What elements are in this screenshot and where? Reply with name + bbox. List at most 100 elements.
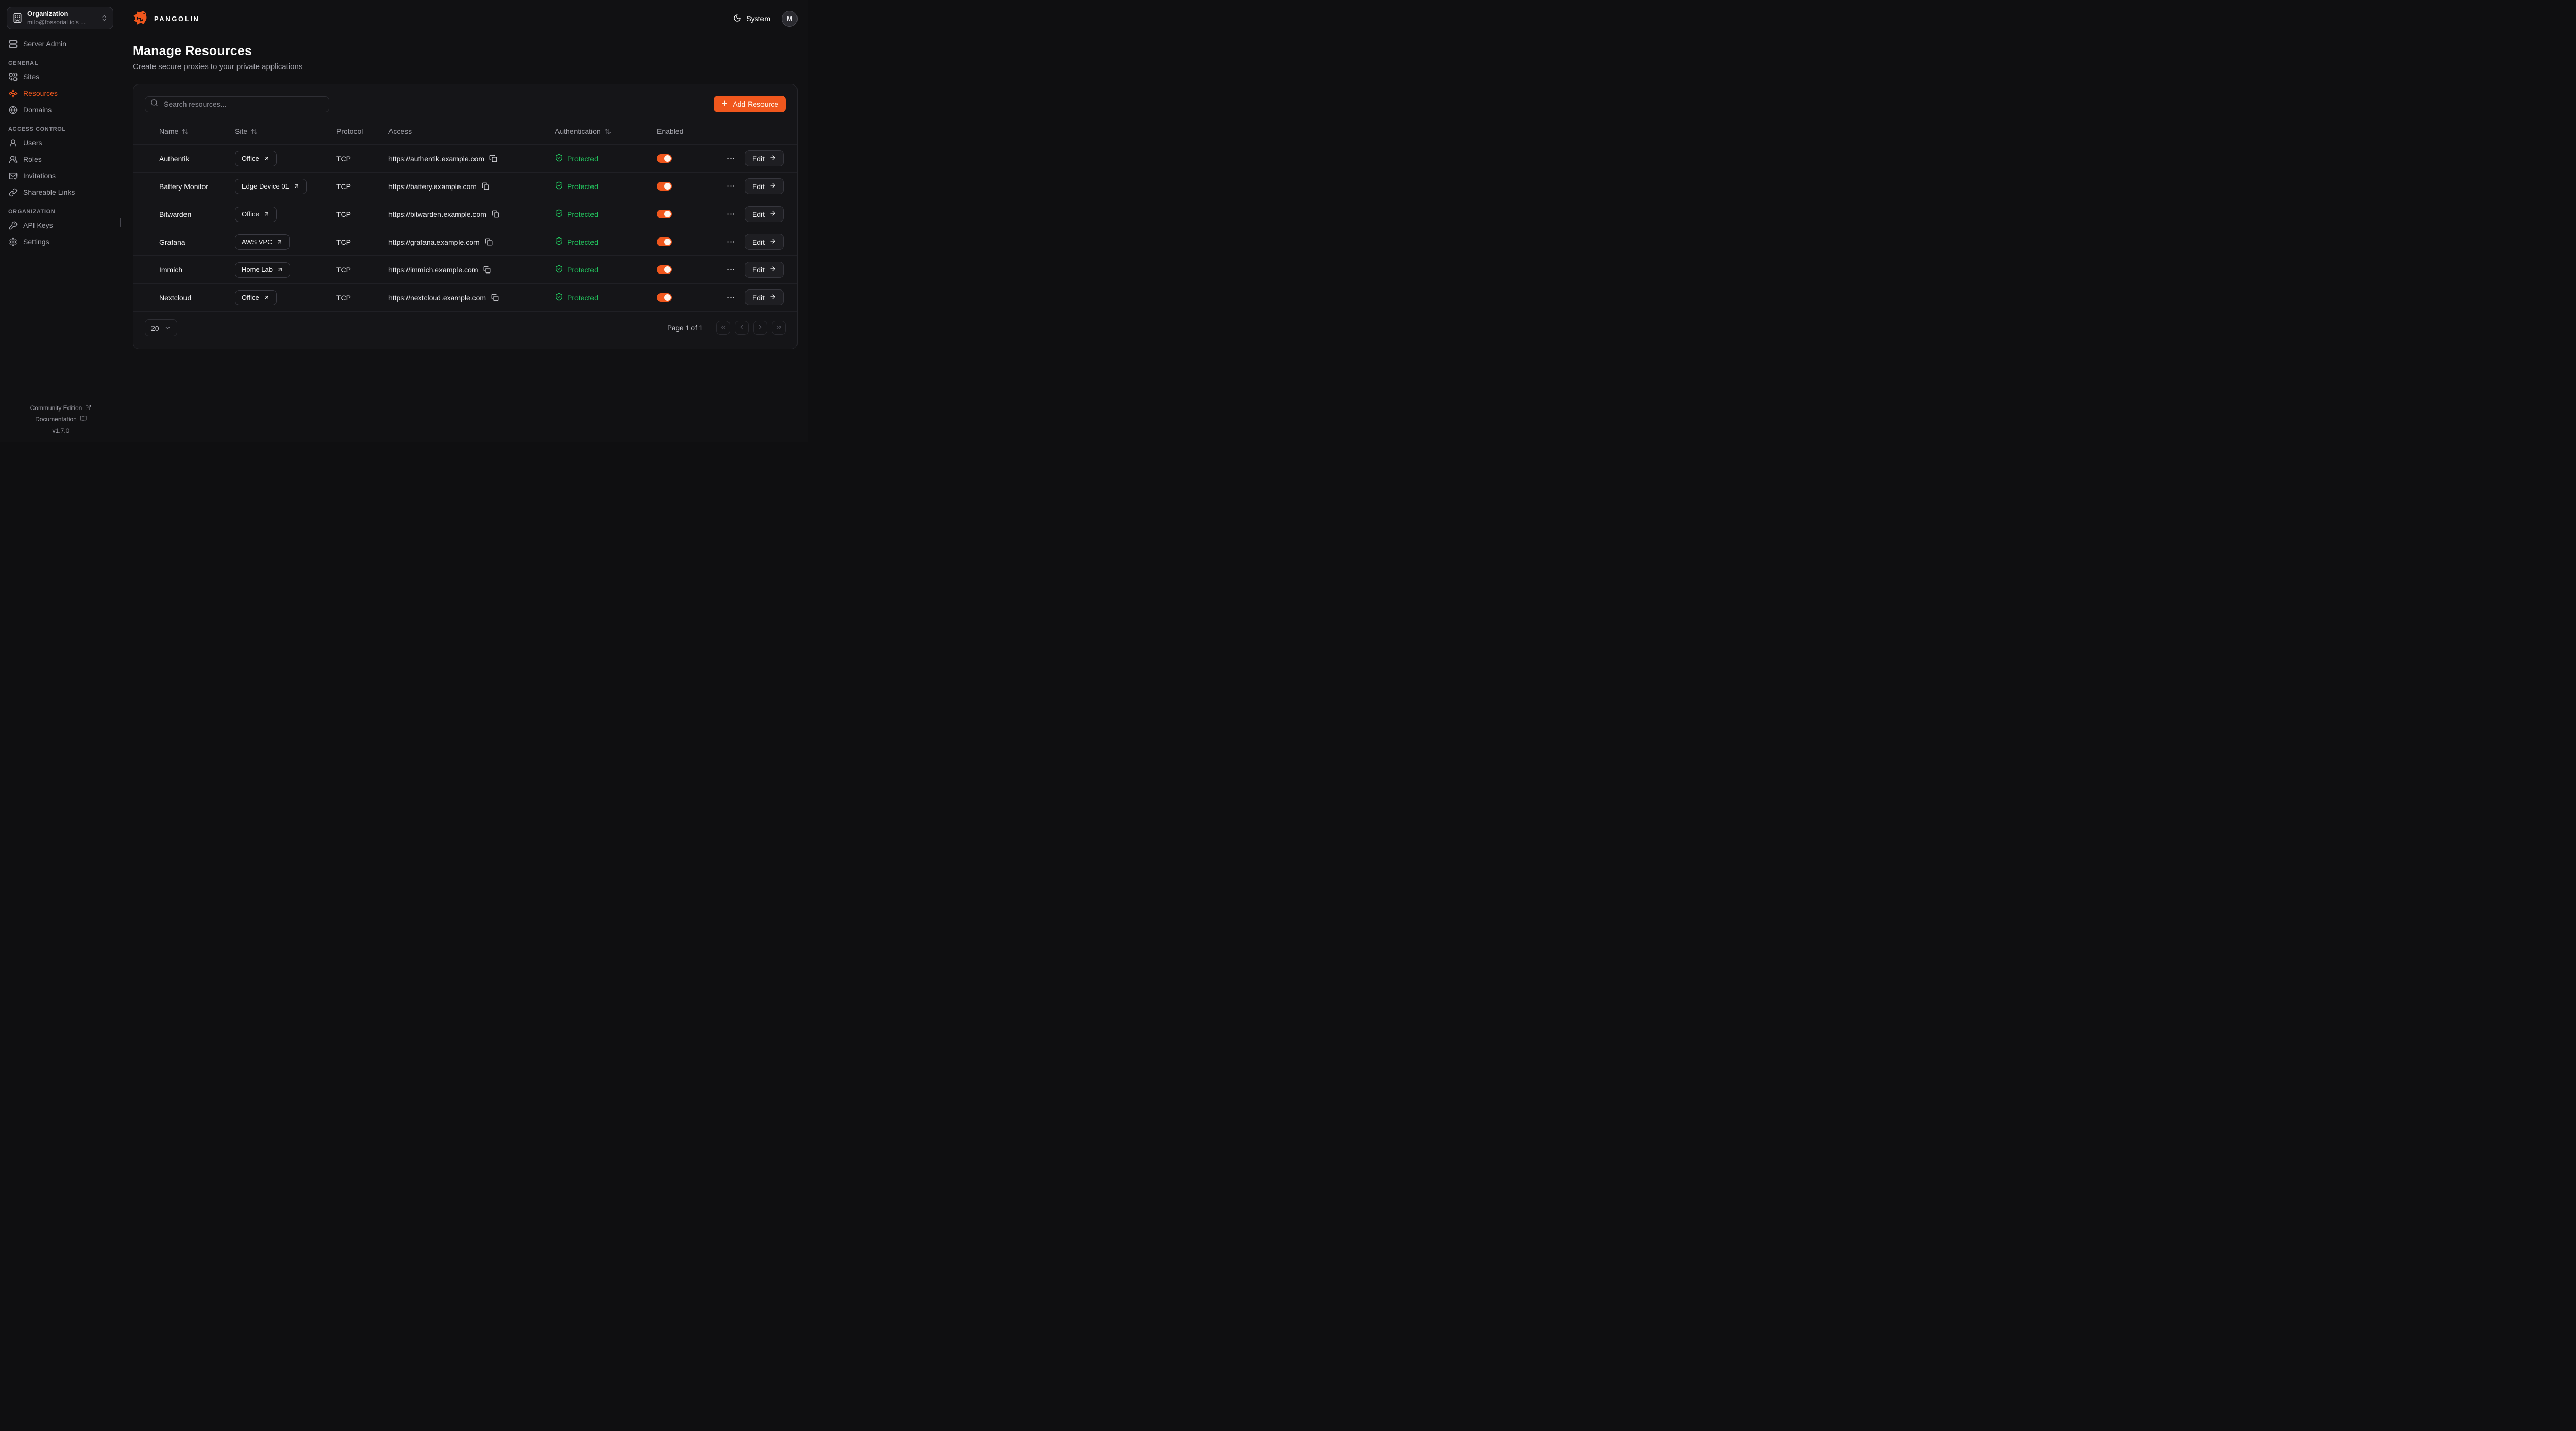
row-menu-icon[interactable]: [726, 293, 735, 302]
site-link-button[interactable]: Edge Device 01: [235, 179, 307, 194]
sidebar-item-label: Roles: [23, 155, 42, 163]
row-menu-icon[interactable]: [726, 182, 735, 191]
edit-button[interactable]: Edit: [745, 289, 784, 305]
next-page-button[interactable]: [753, 321, 767, 335]
enabled-toggle[interactable]: [657, 237, 672, 246]
site-link-button[interactable]: Office: [235, 151, 277, 166]
sidebar-scrollbar[interactable]: [120, 218, 121, 227]
column-header-site[interactable]: Site: [235, 127, 336, 135]
edit-button[interactable]: Edit: [745, 234, 784, 250]
server-icon: [8, 40, 18, 48]
resource-protocol: TCP: [336, 210, 388, 218]
globe-icon: [8, 106, 18, 114]
topbar: PANGOLIN System M: [133, 0, 798, 37]
book-open-icon: [80, 415, 87, 423]
arrow-up-right-icon: [277, 266, 283, 273]
plus-icon: [721, 99, 728, 109]
avatar[interactable]: M: [782, 11, 798, 27]
search-input[interactable]: [163, 99, 324, 109]
shield-check-icon: [555, 154, 563, 163]
copy-icon[interactable]: [482, 182, 489, 190]
resource-url: https://immich.example.com: [388, 266, 478, 274]
sidebar-item-roles[interactable]: Roles: [8, 151, 114, 167]
shield-check-icon: [555, 237, 563, 247]
copy-icon[interactable]: [485, 238, 493, 246]
auth-status: Protected: [567, 294, 598, 302]
row-menu-icon[interactable]: [726, 265, 735, 274]
resource-name: Battery Monitor: [159, 182, 235, 191]
sidebar-item-resources[interactable]: Resources: [8, 85, 114, 101]
sidebar-item-label: Sites: [23, 73, 39, 81]
sidebar-item-label: API Keys: [23, 221, 53, 229]
sidebar-item-shareable-links[interactable]: Shareable Links: [8, 184, 114, 200]
brand-name: PANGOLIN: [154, 15, 199, 23]
resource-name: Authentik: [159, 155, 235, 163]
card-toolbar: Add Resource: [133, 84, 797, 112]
copy-icon[interactable]: [492, 210, 499, 218]
sidebar-item-users[interactable]: Users: [8, 134, 114, 151]
chevrons-left-icon: [720, 323, 727, 332]
topbar-right: System M: [733, 11, 798, 27]
chevron-down-icon: [164, 325, 171, 331]
table-row: Immich Home Lab TCP https://immich.examp…: [133, 256, 797, 284]
last-page-button[interactable]: [772, 321, 786, 335]
chevron-right-icon: [757, 323, 764, 332]
column-header-protocol: Protocol: [336, 127, 388, 135]
chevrons-up-down-icon: [100, 14, 108, 22]
sidebar-item-label: Invitations: [23, 172, 56, 180]
resource-protocol: TCP: [336, 266, 388, 274]
resource-name: Bitwarden: [159, 210, 235, 218]
sidebar-item-label: Shareable Links: [23, 188, 75, 196]
user-icon: [8, 139, 18, 147]
enabled-toggle[interactable]: [657, 293, 672, 302]
add-resource-button[interactable]: Add Resource: [714, 96, 786, 112]
row-menu-icon[interactable]: [726, 154, 735, 163]
arrow-up-right-icon: [276, 238, 283, 245]
first-page-button[interactable]: [716, 321, 730, 335]
arrow-right-icon: [769, 237, 776, 246]
shield-check-icon: [555, 181, 563, 191]
resource-protocol: TCP: [336, 238, 388, 246]
site-link-button[interactable]: Office: [235, 207, 277, 222]
copy-icon[interactable]: [491, 294, 499, 301]
org-switcher[interactable]: Organization milo@fossorial.io's ...: [7, 7, 113, 29]
row-menu-icon[interactable]: [726, 237, 735, 246]
enabled-toggle[interactable]: [657, 210, 672, 218]
enabled-toggle[interactable]: [657, 182, 672, 191]
row-menu-icon[interactable]: [726, 210, 735, 218]
page-head: Manage Resources Create secure proxies t…: [133, 44, 798, 71]
page-title: Manage Resources: [133, 44, 798, 59]
sidebar-item-invitations[interactable]: Invitations: [8, 167, 114, 184]
site-link-button[interactable]: Office: [235, 290, 277, 305]
edit-button[interactable]: Edit: [745, 262, 784, 278]
prev-page-button[interactable]: [735, 321, 749, 335]
column-header-name[interactable]: Name: [159, 127, 235, 135]
documentation-link[interactable]: Documentation: [5, 414, 116, 425]
org-value: milo@fossorial.io's ...: [27, 19, 96, 26]
column-header-enabled: Enabled: [657, 127, 715, 135]
edit-button[interactable]: Edit: [745, 206, 784, 222]
sidebar-item-domains[interactable]: Domains: [8, 101, 114, 118]
sidebar-item-settings[interactable]: Settings: [8, 233, 114, 250]
table-row: Battery Monitor Edge Device 01 TCP https…: [133, 173, 797, 200]
column-header-authentication[interactable]: Authentication: [555, 127, 657, 135]
sidebar-item-server-admin[interactable]: Server Admin: [8, 36, 114, 52]
site-link-button[interactable]: Home Lab: [235, 262, 290, 278]
sidebar-item-sites[interactable]: Sites: [8, 69, 114, 85]
arrow-right-icon: [769, 265, 776, 274]
search-icon: [150, 99, 158, 109]
site-link-button[interactable]: AWS VPC: [235, 234, 290, 250]
copy-icon[interactable]: [483, 266, 491, 274]
search-box: [145, 96, 329, 112]
theme-selector[interactable]: System: [733, 14, 770, 24]
sidebar-item-api-keys[interactable]: API Keys: [8, 217, 114, 233]
page-size-select[interactable]: 20: [145, 319, 177, 336]
edit-button[interactable]: Edit: [745, 150, 784, 166]
resource-name: Grafana: [159, 238, 235, 246]
edit-button[interactable]: Edit: [745, 178, 784, 194]
copy-icon[interactable]: [489, 155, 497, 162]
enabled-toggle[interactable]: [657, 265, 672, 274]
sort-icon: [182, 128, 189, 135]
enabled-toggle[interactable]: [657, 154, 672, 163]
community-edition-link[interactable]: Community Edition: [5, 402, 116, 414]
